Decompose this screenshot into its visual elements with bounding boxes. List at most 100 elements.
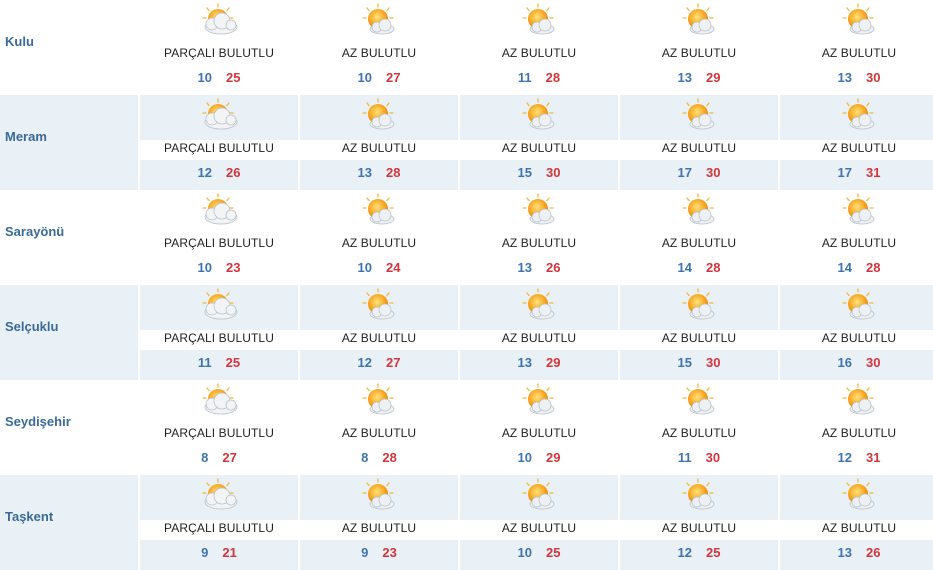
min-temperature: 16	[837, 355, 852, 370]
min-temperature: 8	[361, 450, 369, 465]
min-temperature: 12	[677, 545, 692, 560]
max-temperature: 24	[386, 260, 401, 275]
day-forecast-cell: AZ BULUTLU 17 31	[780, 95, 933, 190]
max-temperature: 26	[226, 165, 241, 180]
min-temperature: 13	[837, 545, 852, 560]
day-forecast-cell: AZ BULUTLU 11 30	[620, 380, 778, 475]
min-temperature: 9	[361, 545, 369, 560]
mostly-sunny-icon	[680, 3, 720, 37]
condition-label: AZ BULUTLU	[501, 46, 577, 60]
mostly-sunny-icon	[360, 288, 400, 322]
max-temperature: 25	[226, 70, 241, 85]
max-temperature: 27	[386, 355, 401, 370]
min-temperature: 11	[197, 355, 212, 370]
mostly-sunny-icon	[840, 478, 880, 512]
condition-label: AZ BULUTLU	[821, 521, 897, 535]
day-forecast-cell: PARÇALI BULUTLU 11 25	[140, 285, 298, 380]
mostly-sunny-icon	[520, 193, 560, 227]
temperature-range: 11 28	[460, 70, 618, 85]
condition-label: AZ BULUTLU	[341, 141, 417, 155]
condition-label: AZ BULUTLU	[341, 331, 417, 345]
mostly-sunny-icon	[520, 288, 560, 322]
mostly-sunny-icon	[840, 383, 880, 417]
temperature-range: 11 30	[620, 450, 778, 465]
mostly-sunny-icon	[520, 98, 560, 132]
max-temperature: 30	[705, 450, 721, 465]
max-temperature: 29	[706, 70, 721, 85]
min-temperature: 11	[677, 450, 692, 465]
min-temperature: 10	[357, 70, 372, 85]
day-forecast-cell: AZ BULUTLU 14 28	[620, 190, 778, 285]
temperature-range: 9 21	[140, 545, 298, 560]
city-cell: Meram	[0, 95, 138, 190]
condition-label: AZ BULUTLU	[501, 141, 577, 155]
city-cell: Taşkent	[0, 475, 138, 570]
max-temperature: 26	[866, 545, 881, 560]
condition-label: PARÇALI BULUTLU	[164, 46, 274, 60]
temperature-range: 15 30	[620, 355, 778, 370]
temperature-range: 12 31	[780, 450, 933, 465]
max-temperature: 30	[706, 165, 721, 180]
forecast-row: Selçuklu PARÇALI BULUTLU 11 25 AZ BULUTLU 1…	[0, 285, 933, 380]
min-temperature: 14	[677, 260, 692, 275]
min-temperature: 13	[677, 70, 692, 85]
max-temperature: 27	[386, 70, 401, 85]
mostly-sunny-icon	[360, 383, 400, 417]
max-temperature: 28	[386, 165, 401, 180]
max-temperature: 25	[225, 355, 241, 370]
city-name[interactable]: Selçuklu	[5, 319, 58, 334]
max-temperature: 30	[546, 165, 561, 180]
condition-label: AZ BULUTLU	[661, 236, 737, 250]
mostly-sunny-icon	[360, 3, 400, 37]
temperature-range: 12 26	[140, 165, 298, 180]
day-forecast-cell: PARÇALI BULUTLU 12 26	[140, 95, 298, 190]
mostly-sunny-icon	[680, 478, 720, 512]
condition-label: AZ BULUTLU	[501, 426, 577, 440]
condition-label: AZ BULUTLU	[501, 521, 577, 535]
temperature-range: 14 28	[620, 260, 778, 275]
temperature-range: 8 28	[300, 450, 458, 465]
temperature-range: 9 23	[300, 545, 458, 560]
condition-label: AZ BULUTLU	[341, 521, 417, 535]
max-temperature: 27	[222, 450, 237, 465]
city-name[interactable]: Meram	[5, 129, 47, 144]
partly-cloudy-icon	[200, 193, 240, 227]
day-forecast-cell: AZ BULUTLU 8 28	[300, 380, 458, 475]
city-name[interactable]: Seydişehir	[5, 414, 71, 429]
mostly-sunny-icon	[360, 98, 400, 132]
condition-label: AZ BULUTLU	[821, 426, 897, 440]
day-forecast-cell: PARÇALI BULUTLU 10 23	[140, 190, 298, 285]
day-forecast-cell: AZ BULUTLU 13 26	[460, 190, 618, 285]
city-name[interactable]: Taşkent	[5, 509, 53, 524]
city-cell: Sarayönü	[0, 190, 138, 285]
forecast-row: Sarayönü PARÇALI BULUTLU 10 23 AZ BULUTLU 1…	[0, 190, 933, 285]
condition-label: AZ BULUTLU	[821, 46, 897, 60]
max-temperature: 23	[382, 545, 397, 560]
min-temperature: 12	[197, 165, 212, 180]
max-temperature: 28	[382, 450, 397, 465]
min-temperature: 17	[837, 165, 852, 180]
day-forecast-cell: AZ BULUTLU 12 31	[780, 380, 933, 475]
condition-label: AZ BULUTLU	[661, 141, 737, 155]
max-temperature: 29	[546, 450, 561, 465]
condition-label: AZ BULUTLU	[341, 236, 417, 250]
min-temperature: 10	[517, 450, 532, 465]
mostly-sunny-icon	[840, 3, 880, 37]
day-forecast-cell: PARÇALI BULUTLU 8 27	[140, 380, 298, 475]
temperature-range: 10 25	[140, 70, 298, 85]
condition-label: AZ BULUTLU	[341, 46, 417, 60]
day-forecast-cell: AZ BULUTLU 12 27	[300, 285, 458, 380]
day-forecast-cell: AZ BULUTLU 13 29	[620, 0, 778, 95]
city-name[interactable]: Sarayönü	[5, 224, 64, 239]
max-temperature: 30	[706, 355, 721, 370]
temperature-range: 17 31	[780, 165, 933, 180]
day-forecast-cell: AZ BULUTLU 13 26	[780, 475, 933, 570]
mostly-sunny-icon	[360, 193, 400, 227]
city-name[interactable]: Kulu	[5, 34, 34, 49]
min-temperature: 9	[201, 545, 209, 560]
day-forecast-cell: PARÇALI BULUTLU 10 25	[140, 0, 298, 95]
max-temperature: 25	[706, 545, 721, 560]
forecast-row: Seydişehir PARÇALI BULUTLU 8 27 AZ BULUTLU…	[0, 380, 933, 475]
city-cell: Selçuklu	[0, 285, 138, 380]
partly-cloudy-icon	[200, 3, 240, 37]
